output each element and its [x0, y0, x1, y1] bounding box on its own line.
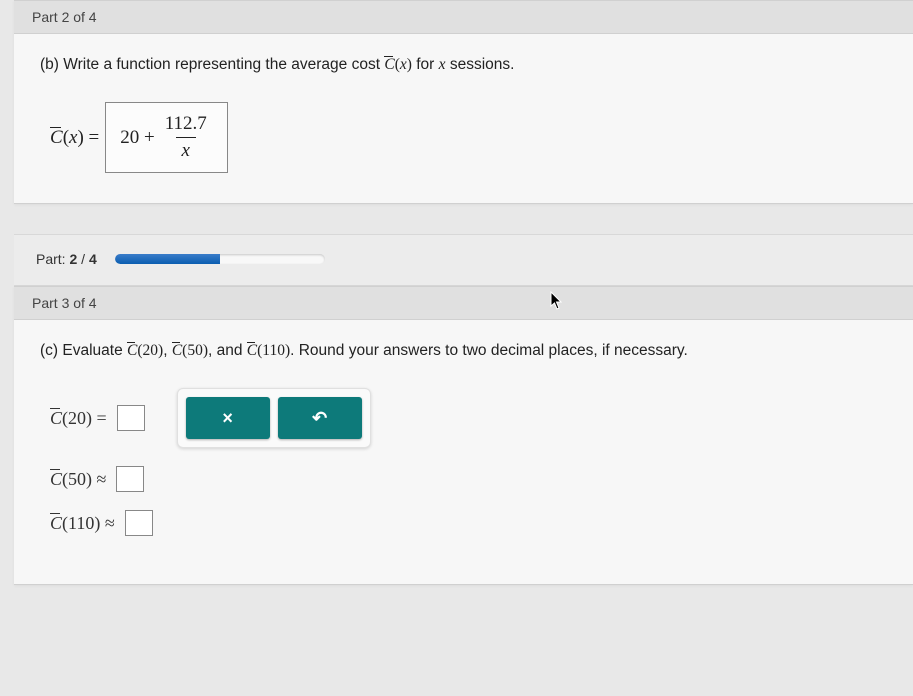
- answer-fraction: 112.7 x: [159, 113, 213, 162]
- input-c50[interactable]: [116, 466, 144, 492]
- part-3-body: (c) Evaluate C(20), C(50), and C(110). R…: [14, 320, 913, 584]
- close-icon: ×: [222, 408, 233, 429]
- equation-b: C(x) = 20 + 112.7 x: [50, 102, 887, 173]
- reset-button[interactable]: ↶: [278, 397, 362, 439]
- cbar: C: [384, 56, 394, 74]
- part-3-panel: Part 3 of 4 (c) Evaluate C(20), C(50), a…: [14, 286, 913, 585]
- part-2-header: Part 2 of 4: [14, 1, 913, 34]
- progress-label: Part: 2 / 4: [36, 251, 97, 267]
- cbar-lhs: C: [50, 127, 63, 149]
- input-c20[interactable]: [117, 405, 145, 431]
- cbar-eval50: C: [50, 469, 62, 490]
- input-c110[interactable]: [125, 510, 153, 536]
- progress-section: Part: 2 / 4: [14, 234, 913, 286]
- part-2-body: (b) Write a function representing the av…: [14, 34, 913, 203]
- cbar-eval110: C: [50, 513, 62, 534]
- fraction-denominator: x: [176, 137, 196, 162]
- answer-box-b: 20 + 112.7 x: [105, 102, 228, 173]
- part-3-label: Part 3 of 4: [32, 295, 97, 311]
- progress-fill: [115, 254, 220, 264]
- answer-toolbar: × ↶: [177, 388, 371, 448]
- cbar-c50: C: [172, 342, 182, 360]
- eval-line-110: C(110) ≈: [50, 510, 887, 536]
- undo-icon: ↶: [312, 408, 327, 429]
- fraction-numerator: 112.7: [159, 113, 213, 137]
- progress-bar: [115, 254, 325, 264]
- part-c-prompt: (c) Evaluate C(20), C(50), and C(110). R…: [40, 342, 887, 360]
- part-3-header: Part 3 of 4: [14, 287, 913, 320]
- eval-line-50: C(50) ≈: [50, 466, 887, 492]
- part-2-label: Part 2 of 4: [32, 9, 97, 25]
- eval-line-20: C(20) = × ↶: [50, 388, 887, 448]
- cbar-eval20: C: [50, 408, 62, 429]
- clear-button[interactable]: ×: [186, 397, 270, 439]
- cbar-c20: C: [127, 342, 137, 360]
- answer-constant: 20 +: [120, 127, 154, 149]
- part-b-prompt: (b) Write a function representing the av…: [40, 56, 887, 74]
- cbar-c110: C: [247, 342, 257, 360]
- part-2-panel: Part 2 of 4 (b) Write a function represe…: [14, 0, 913, 204]
